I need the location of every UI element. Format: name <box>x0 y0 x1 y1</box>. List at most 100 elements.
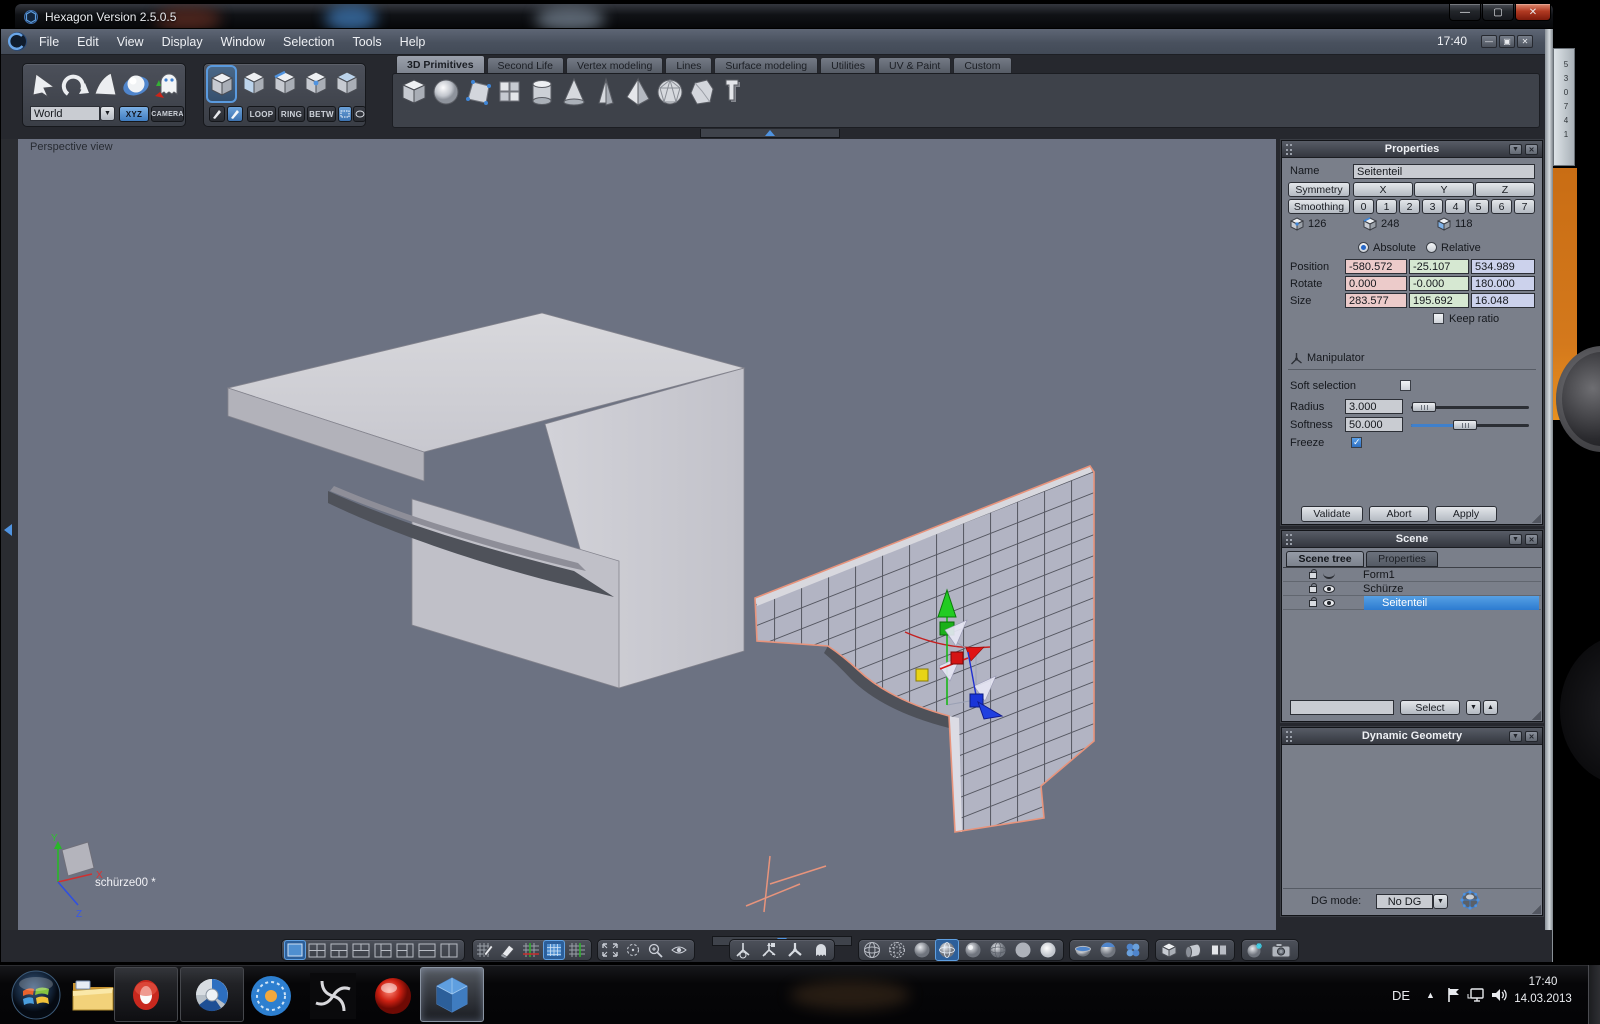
rotate-manipulator-button[interactable] <box>785 941 805 959</box>
position-x-input[interactable]: -580.572 <box>1345 259 1407 274</box>
tab-utilities[interactable]: Utilities <box>820 57 876 73</box>
render-camera-button[interactable] <box>1270 941 1292 959</box>
smoothing-6-button[interactable]: 6 <box>1491 199 1512 214</box>
select-face-mode-button[interactable] <box>241 68 267 98</box>
flat-shaded-mode-button[interactable] <box>912 941 932 959</box>
primitive-sphere-icon[interactable] <box>432 75 460 109</box>
panel-resize-grip[interactable] <box>1531 513 1541 523</box>
wireframe-mode-button[interactable] <box>862 941 882 959</box>
layout-top2-bottom1-button[interactable] <box>352 943 370 958</box>
freeze-checkbox[interactable] <box>1351 437 1362 448</box>
shaded-wireframe-mode-button[interactable] <box>935 939 959 961</box>
window-maximize-button[interactable]: ▢ <box>1482 3 1514 21</box>
show-desktop-button[interactable] <box>1588 965 1600 1024</box>
app-maximize-button[interactable]: ▣ <box>1499 35 1515 48</box>
sphere-ring-tool-icon[interactable] <box>121 68 151 102</box>
softness-slider-handle[interactable] <box>1453 420 1477 430</box>
softness-input[interactable]: 50.000 <box>1345 417 1403 432</box>
position-z-input[interactable]: 534.989 <box>1471 259 1535 274</box>
size-y-input[interactable]: 195.692 <box>1409 293 1469 308</box>
symmetry-z-button[interactable]: Z <box>1475 182 1535 197</box>
loop-select-button[interactable]: LOOP <box>247 106 276 122</box>
smoothing-0-button[interactable]: 0 <box>1353 199 1374 214</box>
tab-surface-modeling[interactable]: Surface modeling <box>714 57 818 73</box>
coordinate-space-dropdown-button[interactable]: ▼ <box>100 106 115 121</box>
apply-button[interactable]: Apply <box>1435 506 1497 522</box>
rotate-y-input[interactable]: -0.000 <box>1409 276 1469 291</box>
dg-panel-header[interactable]: Dynamic Geometry ▼ ✕ <box>1282 728 1542 745</box>
ellipse-marquee-button[interactable] <box>353 106 366 122</box>
select-arrow-icon[interactable] <box>28 68 58 102</box>
scene-down-button[interactable]: ▼ <box>1466 700 1481 715</box>
rotate-tool-icon[interactable] <box>59 68 89 102</box>
viewport-3d-canvas[interactable]: Y X Z schürze00 * <box>18 139 1276 930</box>
symmetry-x-button[interactable]: X <box>1353 182 1413 197</box>
scene-select-button[interactable]: Select <box>1400 700 1460 715</box>
smoothing-1-button[interactable]: 1 <box>1376 199 1397 214</box>
red-sphere-app-icon[interactable] <box>370 973 416 1019</box>
menu-help[interactable]: Help <box>391 29 435 55</box>
visibility-eye-icon[interactable] <box>1323 585 1335 593</box>
scene-tab-properties[interactable]: Properties <box>1366 551 1438 567</box>
orbit-view-button[interactable] <box>624 942 642 958</box>
clock-tray[interactable]: 17:40 14.03.2013 <box>1506 974 1580 1008</box>
symmetry-y-button[interactable]: Y <box>1414 182 1474 197</box>
menu-view[interactable]: View <box>108 29 153 55</box>
grid-vertical-button[interactable] <box>568 942 586 958</box>
pick-plus-tool-button[interactable] <box>227 106 243 122</box>
universal-manipulator-button[interactable] <box>733 941 753 959</box>
radius-slider-handle[interactable] <box>1412 402 1436 412</box>
scene-item-schuerze[interactable]: Schürze <box>1283 582 1541 596</box>
menu-selection[interactable]: Selection <box>274 29 343 55</box>
scene-search-input[interactable] <box>1290 700 1394 715</box>
primitive-sharp-cone-icon[interactable] <box>592 75 620 109</box>
hidden-line-mode-button[interactable] <box>887 941 907 959</box>
menu-tools[interactable]: Tools <box>343 29 390 55</box>
panel-drag-handle[interactable] <box>1286 144 1292 155</box>
app-minimize-button[interactable]: — <box>1481 35 1497 48</box>
fit-view-button[interactable] <box>601 942 619 958</box>
properties-panel-header[interactable]: Properties ▼ ✕ <box>1282 141 1542 158</box>
soft-selection-checkbox[interactable] <box>1400 380 1411 391</box>
move-manipulator-button[interactable] <box>759 941 779 959</box>
tab-3d-primitives[interactable]: 3D Primitives <box>396 55 485 73</box>
grid-active-button[interactable] <box>543 940 565 960</box>
absolute-radio[interactable] <box>1358 242 1369 253</box>
zoom-view-button[interactable] <box>647 942 665 958</box>
primitive-cone-icon[interactable] <box>560 75 588 109</box>
panel-menu-button[interactable]: ▼ <box>1509 144 1522 155</box>
clip-cap-button[interactable] <box>1098 941 1118 959</box>
tab-second-life[interactable]: Second Life <box>487 57 564 73</box>
panel-drag-handle[interactable] <box>1286 534 1292 545</box>
coordinate-space-select[interactable]: World <box>30 106 100 121</box>
top-collapse-tab[interactable] <box>700 129 840 138</box>
panel-close-button[interactable]: ✕ <box>1525 144 1538 155</box>
name-input[interactable]: Seitenteil <box>1353 164 1535 179</box>
symmetry-button[interactable]: Symmetry <box>1288 182 1350 197</box>
panel-drag-handle[interactable] <box>1286 731 1292 742</box>
rotate-x-input[interactable]: 0.000 <box>1345 276 1407 291</box>
paint-eraser-button[interactable] <box>499 942 517 958</box>
visibility-view-button[interactable] <box>670 942 688 958</box>
grid-horizontal-button[interactable] <box>522 942 540 958</box>
lock-icon[interactable] <box>1309 586 1317 593</box>
window-close-button[interactable]: ✕ <box>1515 3 1551 21</box>
start-button[interactable] <box>10 969 62 1021</box>
rect-marquee-button[interactable] <box>338 106 352 122</box>
layout-single-button[interactable] <box>284 940 306 960</box>
scene-panel-header[interactable]: Scene ▼ ✕ <box>1282 531 1542 548</box>
panel-close-button[interactable]: ✕ <box>1525 534 1538 545</box>
visibility-eye-icon[interactable] <box>1323 571 1335 579</box>
ring-select-button[interactable]: RING <box>278 106 305 122</box>
scene-up-button[interactable]: ▲ <box>1483 700 1498 715</box>
panel-close-button[interactable]: ✕ <box>1525 731 1538 742</box>
menu-file[interactable]: File <box>30 29 68 55</box>
hexagon-taskbar-button[interactable] <box>420 967 484 1022</box>
lock-icon[interactable] <box>1309 572 1317 579</box>
size-z-input[interactable]: 16.048 <box>1471 293 1535 308</box>
action-center-flag-icon[interactable] <box>1446 986 1462 1004</box>
show-cylinder-button[interactable] <box>1184 941 1204 959</box>
tab-uv-paint[interactable]: UV & Paint <box>878 57 951 73</box>
primitive-pyramid-icon[interactable] <box>624 75 652 109</box>
layout-hsplit-button[interactable] <box>418 943 436 958</box>
